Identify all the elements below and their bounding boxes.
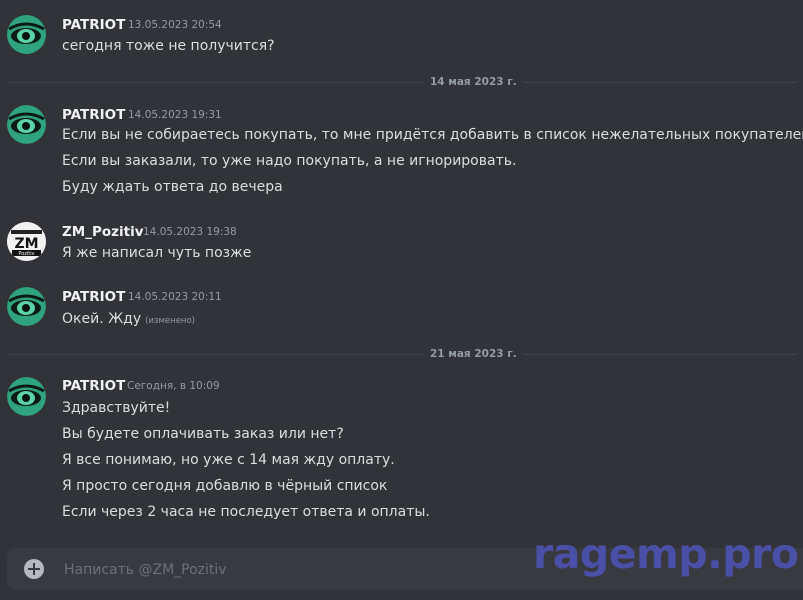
message-author[interactable]: ZM_Pozitiv [62, 224, 144, 240]
message-text-content: Окей. Жду [62, 311, 142, 327]
message-text: сегодня тоже не получится? [62, 38, 275, 54]
message-author[interactable]: PATRIOT [62, 17, 125, 33]
message-text: Я просто сегодня добавлю в чёрный список [62, 478, 388, 494]
date-divider-label: 14 мая 2023 г. [424, 76, 523, 88]
message-timestamp: 13.05.2023 20:54 [128, 19, 222, 31]
message-text: Если вы заказали, то уже надо покупать, … [62, 153, 517, 169]
patriot-avatar-icon [7, 15, 46, 54]
avatar[interactable] [7, 15, 46, 54]
message-author[interactable]: PATRIOT [62, 289, 125, 305]
message-text: Я все понимаю, но уже с 14 мая жду оплат… [62, 452, 395, 468]
avatar[interactable] [7, 105, 46, 144]
message-author[interactable]: PATRIOT [62, 378, 125, 394]
message-text: Я же написал чуть позже [62, 245, 252, 261]
patriot-avatar-icon [7, 105, 46, 144]
avatar[interactable] [7, 287, 46, 326]
message-input[interactable] [62, 548, 526, 592]
svg-text:Pozitiv: Pozitiv [18, 251, 34, 257]
message-text: Здравствуйте! [62, 400, 171, 416]
zm-pozitiv-avatar-icon: ZM Pozitiv [7, 222, 46, 261]
date-divider [7, 82, 797, 83]
message-timestamp: 14.05.2023 19:31 [128, 109, 222, 121]
message-timestamp: Сегодня, в 10:09 [127, 380, 220, 392]
patriot-avatar-icon [7, 287, 46, 326]
message-timestamp: 14.05.2023 20:11 [128, 291, 222, 303]
message-text: Если через 2 часа не последует ответа и … [62, 504, 430, 520]
watermark-logo: ragemp.pro [533, 530, 799, 578]
add-attachment-icon[interactable] [24, 559, 44, 579]
message-text: Если вы не собираетесь покупать, то мне … [62, 127, 803, 143]
message-text: Буду ждать ответа до вечера [62, 179, 283, 195]
avatar[interactable] [7, 377, 46, 416]
date-divider-label: 21 мая 2023 г. [424, 348, 523, 360]
edited-marker: (изменено) [145, 316, 196, 326]
message-author[interactable]: PATRIOT [62, 107, 125, 123]
message-text: Вы будете оплачивать заказ или нет? [62, 426, 344, 442]
patriot-avatar-icon [7, 377, 46, 416]
svg-text:ZM: ZM [14, 236, 38, 252]
message-timestamp: 14.05.2023 19:38 [143, 226, 237, 238]
date-divider [7, 354, 797, 355]
avatar[interactable]: ZM Pozitiv [7, 222, 46, 261]
message-text: Окей. Жду (изменено) [62, 311, 195, 327]
